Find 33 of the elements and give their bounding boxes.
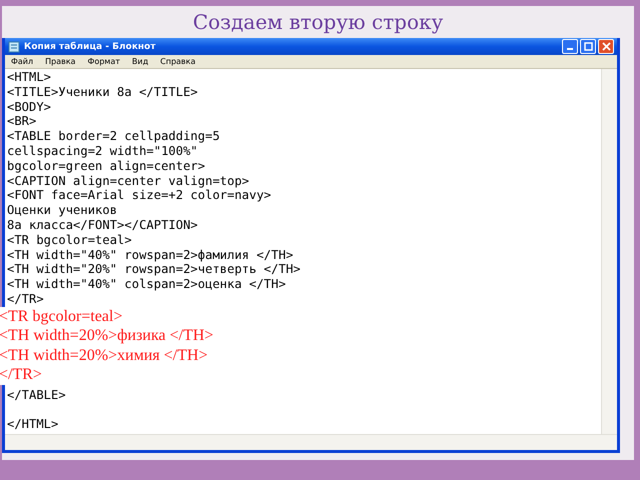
code-line: <TH width="40%" colspan=2>оценка </TH> bbox=[7, 277, 286, 292]
window-title: Копия таблица - Блокнот bbox=[24, 42, 157, 52]
close-button[interactable] bbox=[598, 39, 614, 54]
code-line: <TABLE border=2 cellpadding=5 bbox=[7, 129, 220, 144]
code-line: cellspacing=2 width="100%" bbox=[7, 144, 198, 159]
code-line: </HTML> bbox=[7, 417, 58, 432]
minimize-button[interactable] bbox=[562, 39, 578, 54]
code-line: <CAPTION align=center valign=top> bbox=[7, 174, 250, 188]
code-line: </TABLE> bbox=[7, 388, 66, 403]
code-line: Оценки учеников bbox=[7, 203, 118, 218]
slide-title: Создаем вторую строку bbox=[192, 9, 444, 36]
code-line: <BODY> bbox=[7, 100, 52, 114]
maximize-button[interactable] bbox=[580, 39, 596, 54]
code-line: 8а класса</FONT></CAPTION> bbox=[7, 218, 198, 233]
close-icon bbox=[602, 42, 610, 51]
code-line: bgcolor=green align=center> bbox=[7, 158, 206, 174]
menu-item[interactable]: Вид bbox=[132, 57, 148, 66]
menu-item[interactable]: Формат bbox=[88, 57, 120, 66]
code-line: <TR bgcolor=teal> bbox=[7, 232, 132, 248]
code-line: <TH width="20%" rowspan=2>четверть </TH> bbox=[7, 262, 300, 278]
maximize-icon bbox=[584, 42, 592, 51]
horizontal-scrollbar[interactable] bbox=[5, 434, 617, 450]
code-line: <FONT face=Arial size=+2 color=navy> bbox=[7, 188, 272, 204]
code-line: <HTML> bbox=[7, 70, 52, 85]
code-line: <TITLE>Ученики 8а </TITLE> bbox=[7, 84, 198, 100]
menu-item[interactable]: Справка bbox=[160, 57, 196, 66]
menu-item[interactable]: Правка bbox=[45, 57, 76, 66]
notepad-icon bbox=[8, 40, 20, 52]
code-line: <BR> bbox=[7, 114, 36, 130]
code-line: </TR> bbox=[7, 292, 44, 307]
menu-item[interactable]: Файл bbox=[11, 57, 34, 66]
code-line: <TH width="40%" rowspan=2>фамилия </TH> bbox=[7, 248, 294, 262]
vertical-scrollbar[interactable] bbox=[601, 69, 617, 434]
